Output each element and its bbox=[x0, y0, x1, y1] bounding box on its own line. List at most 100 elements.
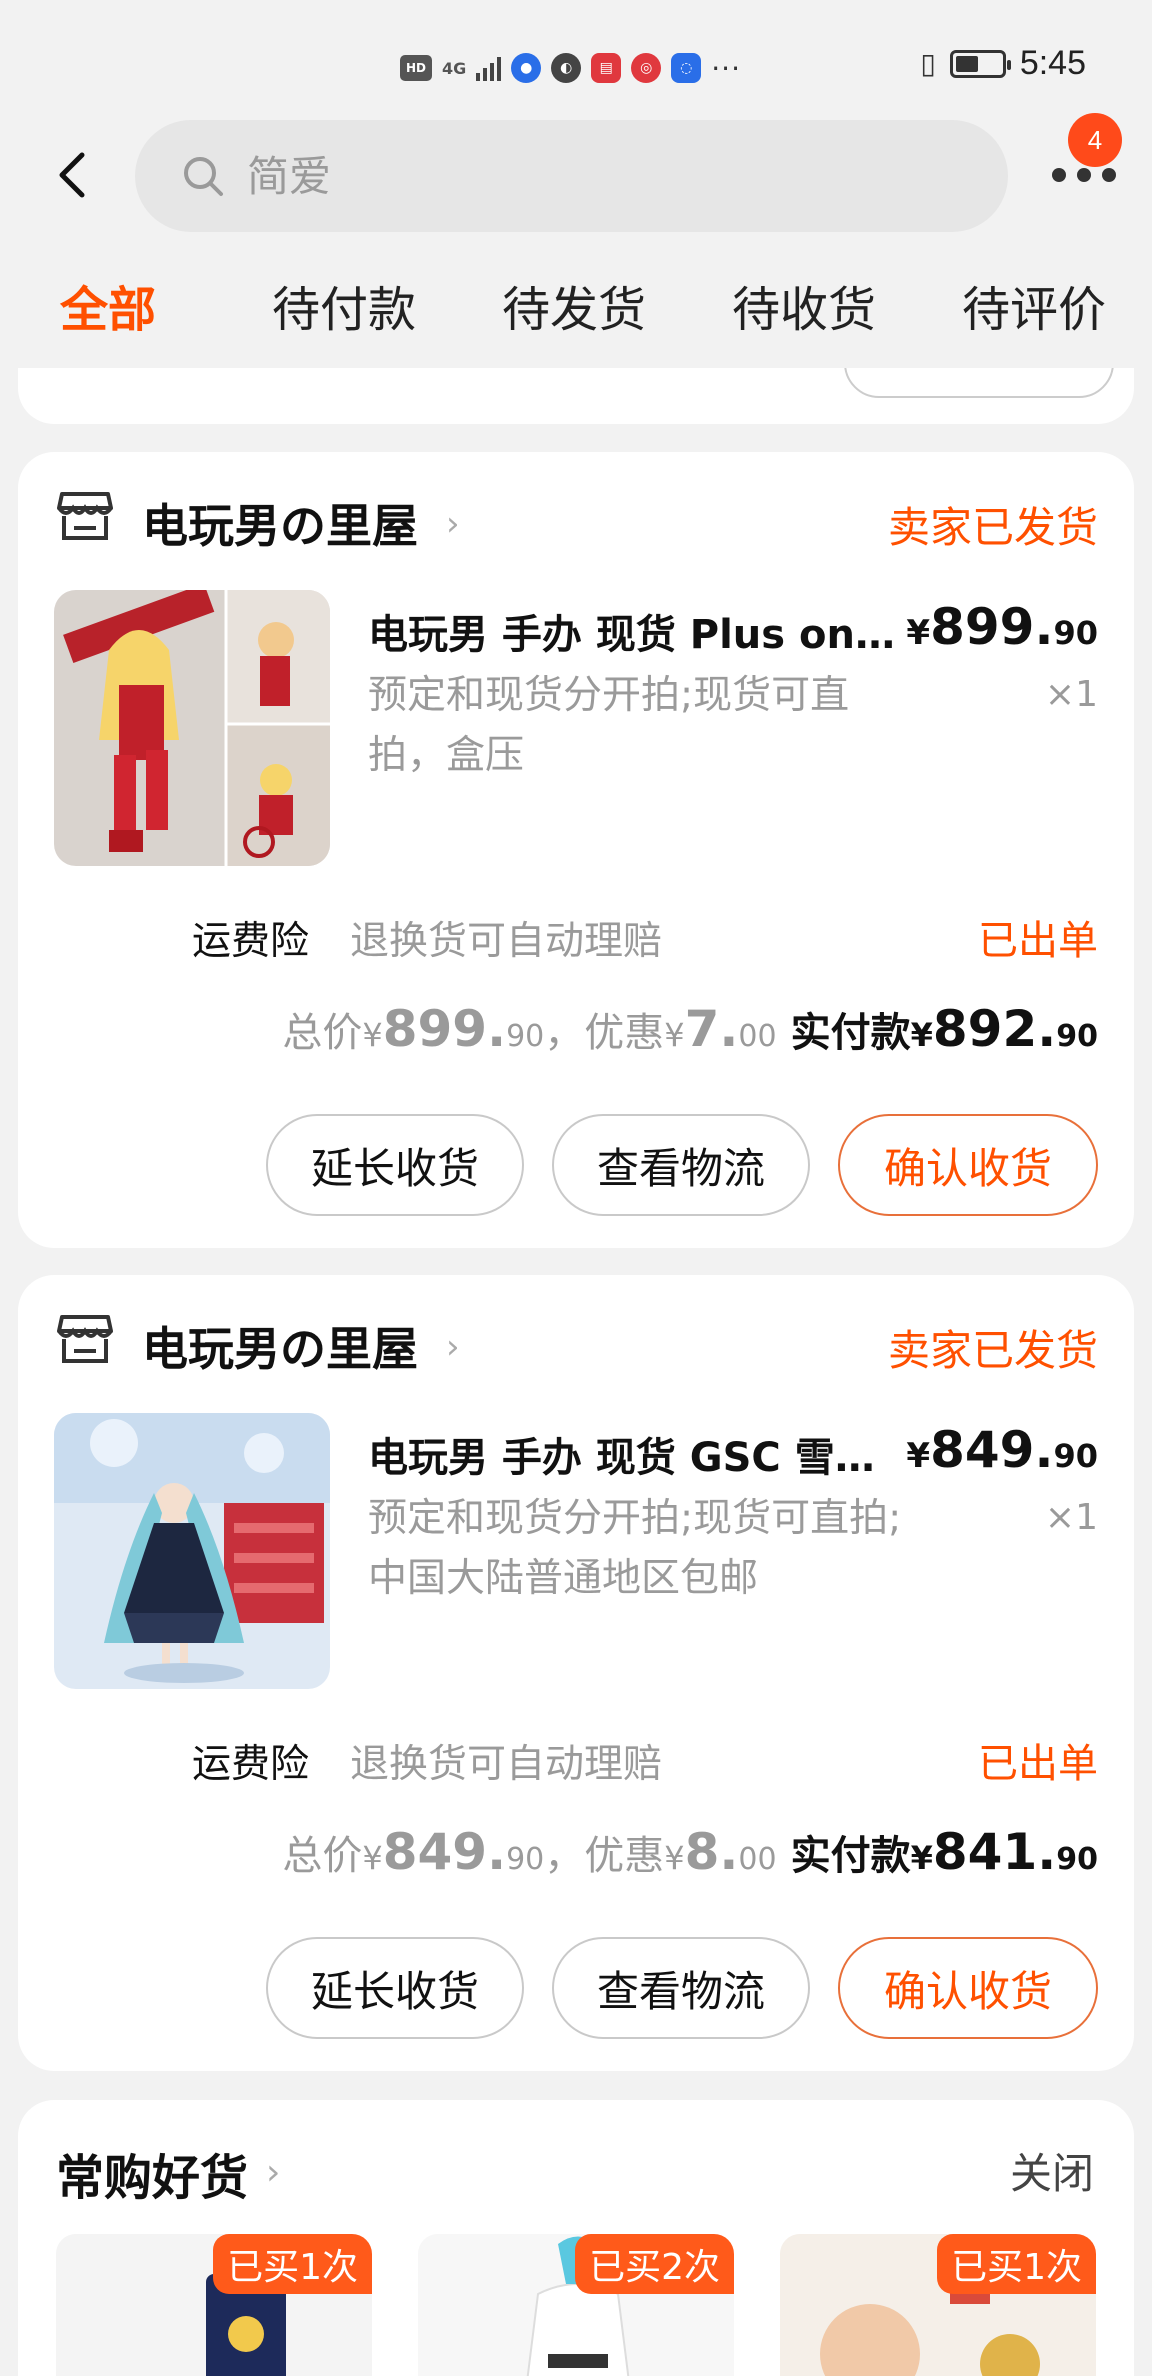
previous-order-button[interactable] bbox=[844, 368, 1114, 398]
separator: ， bbox=[544, 1833, 585, 1879]
order-summary: 总价 ¥899. 90，优惠 ¥7. 00 实付款 ¥892. 90 bbox=[282, 1000, 1098, 1058]
shop-name[interactable]: 电玩男の里屋 bbox=[142, 490, 418, 556]
back-icon[interactable] bbox=[52, 145, 92, 205]
chevron-right-icon: › bbox=[266, 2152, 281, 2193]
bulb-icon: ◌ bbox=[671, 53, 702, 83]
frequent-product-card[interactable]: 已买2次 bbox=[418, 2234, 734, 2376]
product-title[interactable]: 电玩男 手办 现货 GSC 雪初音 2019 bbox=[368, 1425, 898, 1483]
insurance-description: 退换货可自动理赔 bbox=[350, 919, 663, 964]
product-spec: 预定和现货分开拍;现货可直拍，盒压 bbox=[368, 673, 850, 778]
previous-order-card bbox=[18, 368, 1134, 424]
paid-label: 实付款 bbox=[790, 1833, 911, 1879]
discount-label: 优惠 bbox=[584, 1833, 665, 1879]
browser-icon: ◐ bbox=[551, 53, 582, 83]
view-logistics-button[interactable]: 查看物流 bbox=[552, 1937, 810, 2039]
purchase-count-badge: 已买1次 bbox=[213, 2234, 372, 2294]
discount-currency: ¥ bbox=[664, 1016, 685, 1054]
frequent-purchases-title[interactable]: 常购好货 bbox=[56, 2138, 248, 2208]
confirm-receipt-button[interactable]: 确认收货 bbox=[838, 1937, 1098, 2039]
discount-decimal: 00 bbox=[738, 1842, 777, 1877]
product-quantity: ×1 bbox=[1044, 1497, 1098, 1538]
confirm-receipt-button[interactable]: 确认收货 bbox=[838, 1114, 1098, 1216]
view-logistics-button[interactable]: 查看物流 bbox=[552, 1114, 810, 1216]
discount-currency: ¥ bbox=[664, 1839, 685, 1877]
insurance-status: 已出单 bbox=[978, 918, 1098, 964]
close-button[interactable]: 关闭 bbox=[1010, 2140, 1094, 2201]
extend-receipt-button[interactable]: 延长收货 bbox=[266, 1937, 524, 2039]
message-badge: 4 bbox=[1068, 113, 1122, 167]
discount-integer: 8. bbox=[684, 1823, 739, 1881]
order-tabs: 全部 待付款 待发货 待收货 待评价 bbox=[0, 270, 1152, 360]
total-integer: 849. bbox=[382, 1823, 507, 1881]
extend-receipt-button[interactable]: 延长收货 bbox=[266, 1114, 524, 1216]
insurance-description: 退换货可自动理赔 bbox=[350, 1742, 663, 1787]
discount-integer: 7. bbox=[684, 1000, 739, 1058]
frequent-purchases-section: 常购好货 › 关闭 已买1次 已买2次 已买1次 bbox=[18, 2100, 1134, 2376]
more-notifications-icon: ··· bbox=[711, 51, 741, 85]
search-bar[interactable] bbox=[135, 120, 1008, 232]
product-quantity: ×1 bbox=[1044, 674, 1098, 715]
chevron-right-icon: › bbox=[446, 504, 460, 544]
order-summary: 总价 ¥849. 90，优惠 ¥8. 00 实付款 ¥841. 90 bbox=[282, 1823, 1098, 1881]
product-image[interactable] bbox=[54, 590, 330, 866]
baidu-icon: ● bbox=[511, 53, 542, 83]
product-price: ¥899.90 bbox=[906, 598, 1098, 656]
paid-label: 实付款 bbox=[790, 1010, 911, 1056]
shop-name[interactable]: 电玩男の里屋 bbox=[142, 1313, 418, 1379]
price-currency: ¥ bbox=[906, 613, 931, 653]
signal-icon bbox=[476, 55, 502, 81]
separator: ， bbox=[544, 1010, 585, 1056]
status-bar: HD 4G ● ◐ ▤ ◎ ◌ ··· ▯ 5:45 bbox=[0, 0, 1152, 120]
product-spec: 预定和现货分开拍;现货可直拍;中国大陆普通地区包邮 bbox=[368, 1496, 902, 1601]
total-label: 总价 bbox=[282, 1010, 363, 1056]
book-icon: ▤ bbox=[591, 53, 622, 83]
total-label: 总价 bbox=[282, 1833, 363, 1879]
shop-icon bbox=[57, 492, 113, 540]
price-decimal: 90 bbox=[1053, 1437, 1098, 1475]
discount-label: 优惠 bbox=[584, 1010, 665, 1056]
total-currency: ¥ bbox=[362, 1016, 383, 1054]
clock: 5:45 bbox=[1019, 44, 1086, 82]
status-right: ▯ 5:45 bbox=[920, 44, 1086, 83]
tab-pending-shipment[interactable]: 待发货 bbox=[502, 270, 646, 340]
chevron-right-icon: › bbox=[446, 1327, 460, 1367]
tab-pending-review[interactable]: 待评价 bbox=[962, 270, 1106, 340]
price-currency: ¥ bbox=[906, 1436, 931, 1476]
purchase-count-badge: 已买1次 bbox=[937, 2234, 1096, 2294]
tab-pending-receipt[interactable]: 待收货 bbox=[732, 270, 876, 340]
total-integer: 899. bbox=[382, 1000, 507, 1058]
paid-currency: ¥ bbox=[910, 1016, 933, 1054]
paid-decimal: 90 bbox=[1056, 1019, 1098, 1054]
insurance-label: 运费险 bbox=[192, 919, 310, 964]
battery-icon bbox=[949, 49, 1011, 78]
total-currency: ¥ bbox=[362, 1839, 383, 1877]
frequent-product-card[interactable]: 已买1次 bbox=[56, 2234, 372, 2376]
total-decimal: 90 bbox=[506, 1842, 545, 1877]
frequent-product-card[interactable]: 已买1次 bbox=[780, 2234, 1096, 2376]
product-price: ¥849.90 bbox=[906, 1421, 1098, 1479]
total-decimal: 90 bbox=[506, 1019, 545, 1054]
order-status: 卖家已发货 bbox=[887, 1326, 1098, 1375]
purchase-count-badge: 已买2次 bbox=[575, 2234, 734, 2294]
order-card: 电玩男の里屋 › 卖家已发货 电玩男 手办 现货 Plus one 赛车娘 1/… bbox=[18, 452, 1134, 1248]
price-integer: 899. bbox=[930, 598, 1054, 656]
order-card: 电玩男の里屋 › 卖家已发货 电玩男 手办 现货 GSC 雪初音 2019 ¥8… bbox=[18, 1275, 1134, 2071]
hd-icon: HD bbox=[400, 55, 432, 81]
tab-pending-payment[interactable]: 待付款 bbox=[272, 270, 416, 340]
paid-currency: ¥ bbox=[910, 1839, 933, 1877]
product-title[interactable]: 电玩男 手办 现货 Plus one 赛车娘 1/7 bbox=[368, 602, 898, 660]
vibrate-icon: ▯ bbox=[920, 47, 936, 80]
status-icons: HD 4G ● ◐ ▤ ◎ ◌ ··· bbox=[400, 48, 741, 88]
shop-icon bbox=[57, 1315, 113, 1363]
network-type: 4G bbox=[442, 58, 467, 78]
price-decimal: 90 bbox=[1053, 614, 1098, 652]
order-status: 卖家已发货 bbox=[887, 503, 1098, 552]
more-icon bbox=[1052, 168, 1116, 182]
tab-all[interactable]: 全部 bbox=[60, 270, 156, 340]
search-input[interactable] bbox=[247, 151, 847, 201]
search-icon bbox=[184, 157, 223, 196]
insurance-status: 已出单 bbox=[978, 1741, 1098, 1787]
insurance-label: 运费险 bbox=[192, 1742, 310, 1787]
discount-decimal: 00 bbox=[738, 1019, 777, 1054]
product-image[interactable] bbox=[54, 1413, 330, 1689]
